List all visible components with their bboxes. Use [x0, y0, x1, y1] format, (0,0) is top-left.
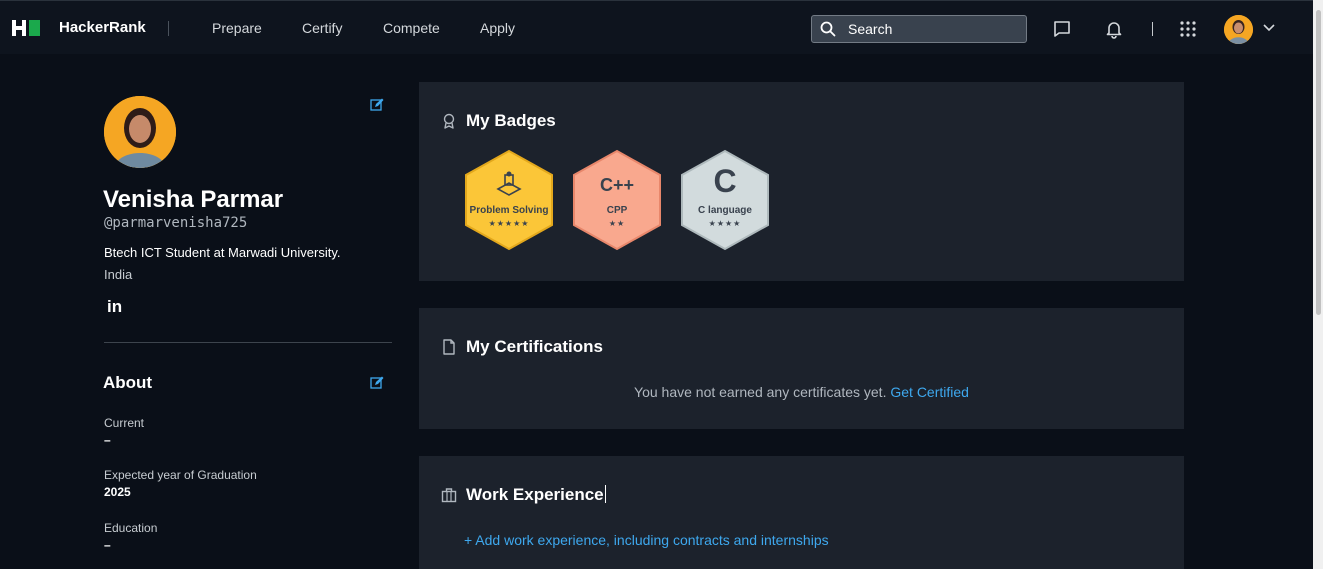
chevron-down-icon[interactable] — [1262, 22, 1276, 34]
about-education-value: – — [104, 538, 111, 552]
cpp-symbol: C++ — [599, 175, 635, 195]
apps-grid-icon[interactable] — [1178, 19, 1198, 39]
avatar-person-icon — [1224, 15, 1253, 44]
badge-label: Problem Solving — [469, 205, 549, 216]
search-input[interactable]: Search — [811, 15, 1027, 43]
nav-divider — [168, 21, 169, 36]
nav-divider-right — [1152, 22, 1153, 36]
scrollbar-thumb[interactable] — [1316, 10, 1321, 315]
text-cursor — [604, 485, 606, 503]
work-experience-title-text: Work Experience — [466, 485, 604, 504]
work-experience-card: Work Experience + Add work experience, i… — [419, 456, 1184, 569]
profile-country: India — [104, 267, 133, 282]
about-current-label: Current — [104, 416, 145, 430]
badge-stars: ★★★★★ — [488, 219, 530, 228]
nav-link-compete[interactable]: Compete — [383, 20, 440, 36]
profile-username: @parmarvenisha725 — [104, 215, 248, 231]
badge-stars: ★★★★ — [708, 219, 742, 228]
about-graduation-label: Expected year of Graduation — [104, 468, 257, 482]
profile-bio: Btech ICT Student at Marwadi University. — [104, 245, 341, 260]
edit-profile-icon[interactable] — [370, 98, 384, 112]
c-symbol: C — [713, 163, 737, 199]
add-work-experience-link[interactable]: + Add work experience, including contrac… — [464, 532, 829, 548]
problem-solving-icon — [496, 171, 522, 196]
nav-link-prepare[interactable]: Prepare — [212, 20, 262, 36]
badge-stars: ★★ — [608, 219, 626, 228]
brand-name[interactable]: HackerRank — [59, 19, 146, 36]
profile-name: Venisha Parmar — [103, 186, 284, 213]
profile-avatar — [104, 96, 176, 168]
profile-photo-icon — [104, 96, 176, 168]
badge-problem-solving[interactable]: Problem Solving ★★★★★ — [463, 149, 555, 251]
certifications-title: My Certifications — [466, 337, 603, 356]
hackerrank-logo-icon[interactable] — [12, 20, 42, 36]
about-current-value: – — [104, 433, 111, 447]
messages-icon[interactable] — [1052, 19, 1072, 39]
briefcase-icon — [441, 488, 457, 503]
badge-ribbon-icon — [443, 113, 455, 129]
hexagon-badge-icon — [573, 149, 661, 251]
work-experience-title: Work Experience — [466, 485, 606, 505]
get-certified-link[interactable]: Get Certified — [890, 384, 969, 400]
nav-link-certify[interactable]: Certify — [302, 20, 342, 36]
user-avatar[interactable] — [1224, 15, 1253, 44]
certifications-message: You have not earned any certificates yet… — [419, 384, 1184, 400]
nav-link-apply[interactable]: Apply — [480, 20, 515, 36]
badge-label: C language — [698, 205, 752, 216]
document-icon — [443, 339, 455, 355]
edit-about-icon[interactable] — [370, 376, 384, 390]
about-education-label: Education — [104, 521, 158, 535]
linkedin-icon[interactable]: in — [107, 297, 122, 317]
badges-title: My Badges — [466, 111, 556, 130]
badges-card: My Badges Problem Solving ★★★★★ C++ CPP … — [419, 82, 1184, 281]
certifications-card: My Certifications You have not earned an… — [419, 308, 1184, 429]
no-certificates-text: You have not earned any certificates yet… — [634, 384, 887, 400]
badge-c-language[interactable]: C C language ★★★★ — [679, 149, 771, 251]
search-placeholder: Search — [848, 21, 893, 37]
about-graduation-value: 2025 — [104, 485, 131, 499]
profile-divider — [104, 342, 392, 343]
badge-label: CPP — [606, 205, 628, 216]
notifications-bell-icon[interactable] — [1104, 19, 1124, 39]
about-title: About — [103, 373, 153, 392]
hexagon-badge-icon — [465, 149, 553, 251]
badge-cpp[interactable]: C++ CPP ★★ — [571, 149, 663, 251]
search-icon — [820, 21, 836, 37]
top-nav: HackerRank Prepare Certify Compete Apply… — [0, 0, 1313, 54]
